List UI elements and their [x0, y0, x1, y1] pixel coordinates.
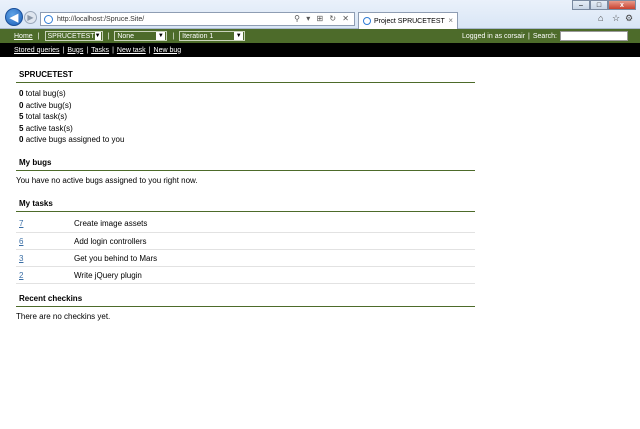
stat-row: 0 active bug(s): [19, 100, 72, 110]
stored-queries-link[interactable]: Stored queries: [14, 47, 60, 54]
main-content: SPRUCETEST 0 total bug(s) 0 active bug(s…: [16, 66, 475, 321]
task-name: Create image assets: [74, 215, 475, 233]
close-window-button[interactable]: x: [608, 0, 636, 10]
new-task-link[interactable]: New task: [117, 47, 146, 54]
app-nav-bar: Home | SPRUCETEST ▼ | None ▼ | Iteration…: [0, 29, 640, 43]
address-tools-icon[interactable]: ⚲ ▾ ⊞ ↻ ✕: [294, 14, 351, 23]
iteration-select-value: Iteration 1: [182, 32, 214, 40]
nav-right: Logged in as corsair | Search:: [462, 31, 628, 41]
tasks-table: 7 Create image assets 6 Add login contro…: [16, 215, 475, 284]
browser-tab[interactable]: Project SPRUCETEST ×: [358, 12, 458, 29]
address-bar[interactable]: http://localhost:/Spruce.Site/ ⚲ ▾ ⊞ ↻ ✕: [40, 12, 355, 26]
back-button[interactable]: ◀: [5, 8, 23, 26]
home-link[interactable]: Home: [14, 33, 33, 40]
tab-favicon-icon: [363, 17, 371, 25]
tools-gear-icon[interactable]: ⚙: [625, 13, 633, 24]
stat-row: 5 total task(s): [19, 112, 68, 121]
stat-row: 0 active bugs assigned to you: [19, 135, 125, 144]
table-row: 2 Write jQuery plugin: [16, 266, 475, 284]
recent-checkins-title: Recent checkins: [16, 290, 475, 307]
maximize-button[interactable]: □: [590, 0, 608, 10]
task-id-link[interactable]: 7: [19, 219, 23, 228]
sub-nav-bar: Stored queries | Bugs | Tasks | New task…: [0, 43, 640, 57]
home-icon[interactable]: ⌂: [598, 13, 603, 23]
search-label: Search:: [532, 32, 557, 40]
task-id-link[interactable]: 3: [19, 254, 23, 263]
ie-page-icon: [44, 14, 53, 24]
filter-select-value: None: [117, 32, 135, 40]
project-title: SPRUCETEST: [16, 66, 475, 83]
table-row: 7 Create image assets: [16, 215, 475, 233]
task-name: Add login controllers: [74, 232, 475, 250]
task-id-link[interactable]: 2: [19, 271, 23, 280]
chevron-down-icon: ▼: [234, 32, 244, 40]
tab-title: Project SPRUCETEST: [374, 17, 445, 25]
my-bugs-title: My bugs: [16, 154, 475, 171]
bugs-link[interactable]: Bugs: [67, 47, 83, 54]
my-tasks-title: My tasks: [16, 195, 475, 212]
task-id-link[interactable]: 6: [19, 237, 23, 246]
project-select[interactable]: SPRUCETEST ▼: [44, 31, 103, 41]
filter-select[interactable]: None ▼: [114, 31, 168, 41]
favorites-star-icon[interactable]: ☆: [612, 13, 620, 24]
task-name: Get you behind to Mars: [74, 249, 475, 267]
minimize-button[interactable]: –: [572, 0, 590, 10]
task-name: Write jQuery plugin: [74, 266, 475, 284]
table-row: 6 Add login controllers: [16, 232, 475, 250]
stat-row: 0 total bug(s): [19, 89, 66, 98]
logged-in-text: Logged in as corsair: [462, 32, 526, 40]
stat-row: 5 active task(s): [19, 123, 73, 133]
my-bugs-message: You have no active bugs assigned to you …: [16, 175, 198, 185]
forward-button[interactable]: ▶: [24, 11, 37, 24]
chevron-down-icon: ▼: [156, 32, 166, 40]
new-bug-link[interactable]: New bug: [154, 47, 182, 54]
tasks-link[interactable]: Tasks: [91, 47, 109, 54]
table-row: 3 Get you behind to Mars: [16, 249, 475, 267]
project-select-value: SPRUCETEST: [47, 32, 95, 40]
chevron-down-icon: ▼: [94, 32, 101, 40]
recent-checkins-message: There are no checkins yet.: [16, 312, 111, 321]
browser-chrome: ◀ ▶ http://localhost:/Spruce.Site/ ⚲ ▾ ⊞…: [0, 0, 640, 29]
tab-close-icon[interactable]: ×: [448, 16, 453, 25]
search-input[interactable]: [560, 31, 628, 41]
address-url: http://localhost:/Spruce.Site/: [57, 15, 145, 23]
project-stats: 0 total bug(s) 0 active bug(s) 5 total t…: [16, 88, 475, 146]
iteration-select[interactable]: Iteration 1 ▼: [179, 31, 246, 41]
